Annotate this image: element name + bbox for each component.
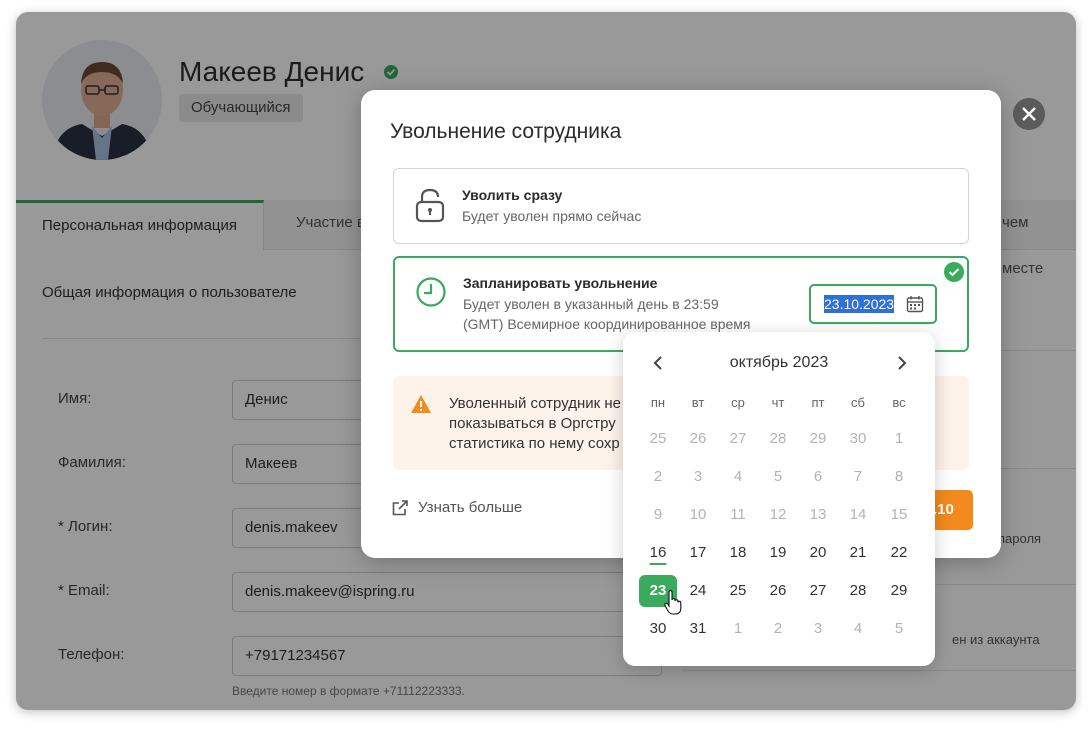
confirm-dismissal-button[interactable]: .10 [930,490,973,530]
calendar-day[interactable]: 28 [838,575,878,607]
calendar-icon[interactable] [906,295,924,318]
calendar-day[interactable]: 7 [838,461,878,493]
lock-icon [414,187,446,228]
calendar-day[interactable]: 29 [879,575,919,607]
calendar-day[interactable]: 20 [798,537,838,569]
calendar-day[interactable]: 27 [718,423,758,455]
calendar-day[interactable]: 15 [879,499,919,531]
clock-icon [415,276,447,313]
calendar-day[interactable]: 1 [718,613,758,645]
external-link-icon [392,500,408,516]
next-month-button[interactable] [895,354,909,377]
selected-check-icon [944,262,964,282]
dialog-title: Увольнение сотрудника [390,120,622,143]
warning-icon [410,394,432,419]
chevron-right-icon [898,356,907,370]
calendar-day[interactable]: 25 [638,423,678,455]
warning-line: показываться в Оргстру [449,415,616,432]
option-desc-line2: (GMT) Всемирное координированное время [463,316,751,332]
calendar-day[interactable]: 5 [879,613,919,645]
calendar-day[interactable]: 26 [678,423,718,455]
calendar-day[interactable]: 10 [678,499,718,531]
calendar-day[interactable]: 6 [798,461,838,493]
option-title: Запланировать увольнение [463,275,658,291]
calendar-day[interactable]: 27 [798,575,838,607]
calendar-day[interactable]: 21 [838,537,878,569]
calendar-day[interactable]: 29 [798,423,838,455]
calendar-day[interactable]: 2 [758,613,798,645]
warning-line: статистика по нему сохр [449,435,620,452]
calendar-day[interactable]: 31 [678,613,718,645]
calendar-day[interactable]: 3 [678,461,718,493]
month-label: октябрь 2023 [729,354,829,371]
calendar-day[interactable]: 25 [718,575,758,607]
calendar-day[interactable]: 22 [879,537,919,569]
calendar-day[interactable]: 24 [678,575,718,607]
calendar-day[interactable]: 12 [758,499,798,531]
learn-more-label: Узнать больше [418,499,523,516]
warning-text: Уволенный сотрудник не показываться в Ор… [449,394,629,454]
weekday-label: пн [650,395,666,410]
calendar-day[interactable]: 9 [638,499,678,531]
calendar-day[interactable]: 14 [838,499,878,531]
calendar-day[interactable]: 26 [758,575,798,607]
weekday-label: вс [892,395,906,410]
calendar-day[interactable]: 19 [758,537,798,569]
calendar-day[interactable]: 8 [879,461,919,493]
option-title: Уволить сразу [462,187,563,203]
weekday-label: вт [691,395,705,410]
calendar-day[interactable]: 16 [638,537,678,569]
calendar-day[interactable]: 5 [758,461,798,493]
weekday-label: чт [771,395,785,410]
close-button[interactable] [1013,98,1045,130]
calendar-day[interactable]: 17 [678,537,718,569]
calendar-day[interactable]: 30 [838,423,878,455]
weekday-label: ср [731,395,745,410]
calendar-day[interactable]: 1 [879,423,919,455]
calendar-day[interactable]: 4 [838,613,878,645]
calendar-day[interactable]: 18 [718,537,758,569]
option-desc-line1: Будет уволен в указанный день в 23:59 [463,296,719,312]
warning-line: Уволенный сотрудник не [449,395,621,412]
dismissal-date-input[interactable]: 23.10.2023 [809,284,937,324]
calendar-day[interactable]: 28 [758,423,798,455]
weekday-label: сб [851,395,865,410]
weekday-label: пт [811,395,825,410]
option-desc: Будет уволен прямо сейчас [462,208,642,224]
date-value: 23.10.2023 [824,295,895,313]
calendar-day[interactable]: 13 [798,499,838,531]
option-dismiss-now[interactable]: Уволить сразу Будет уволен прямо сейчас [393,168,969,244]
calendar-day[interactable]: 3 [798,613,838,645]
hand-cursor-icon [664,589,682,621]
calendar-day[interactable]: 4 [718,461,758,493]
close-icon [1022,107,1036,121]
calendar-day[interactable]: 11 [718,499,758,531]
calendar-day[interactable]: 2 [638,461,678,493]
